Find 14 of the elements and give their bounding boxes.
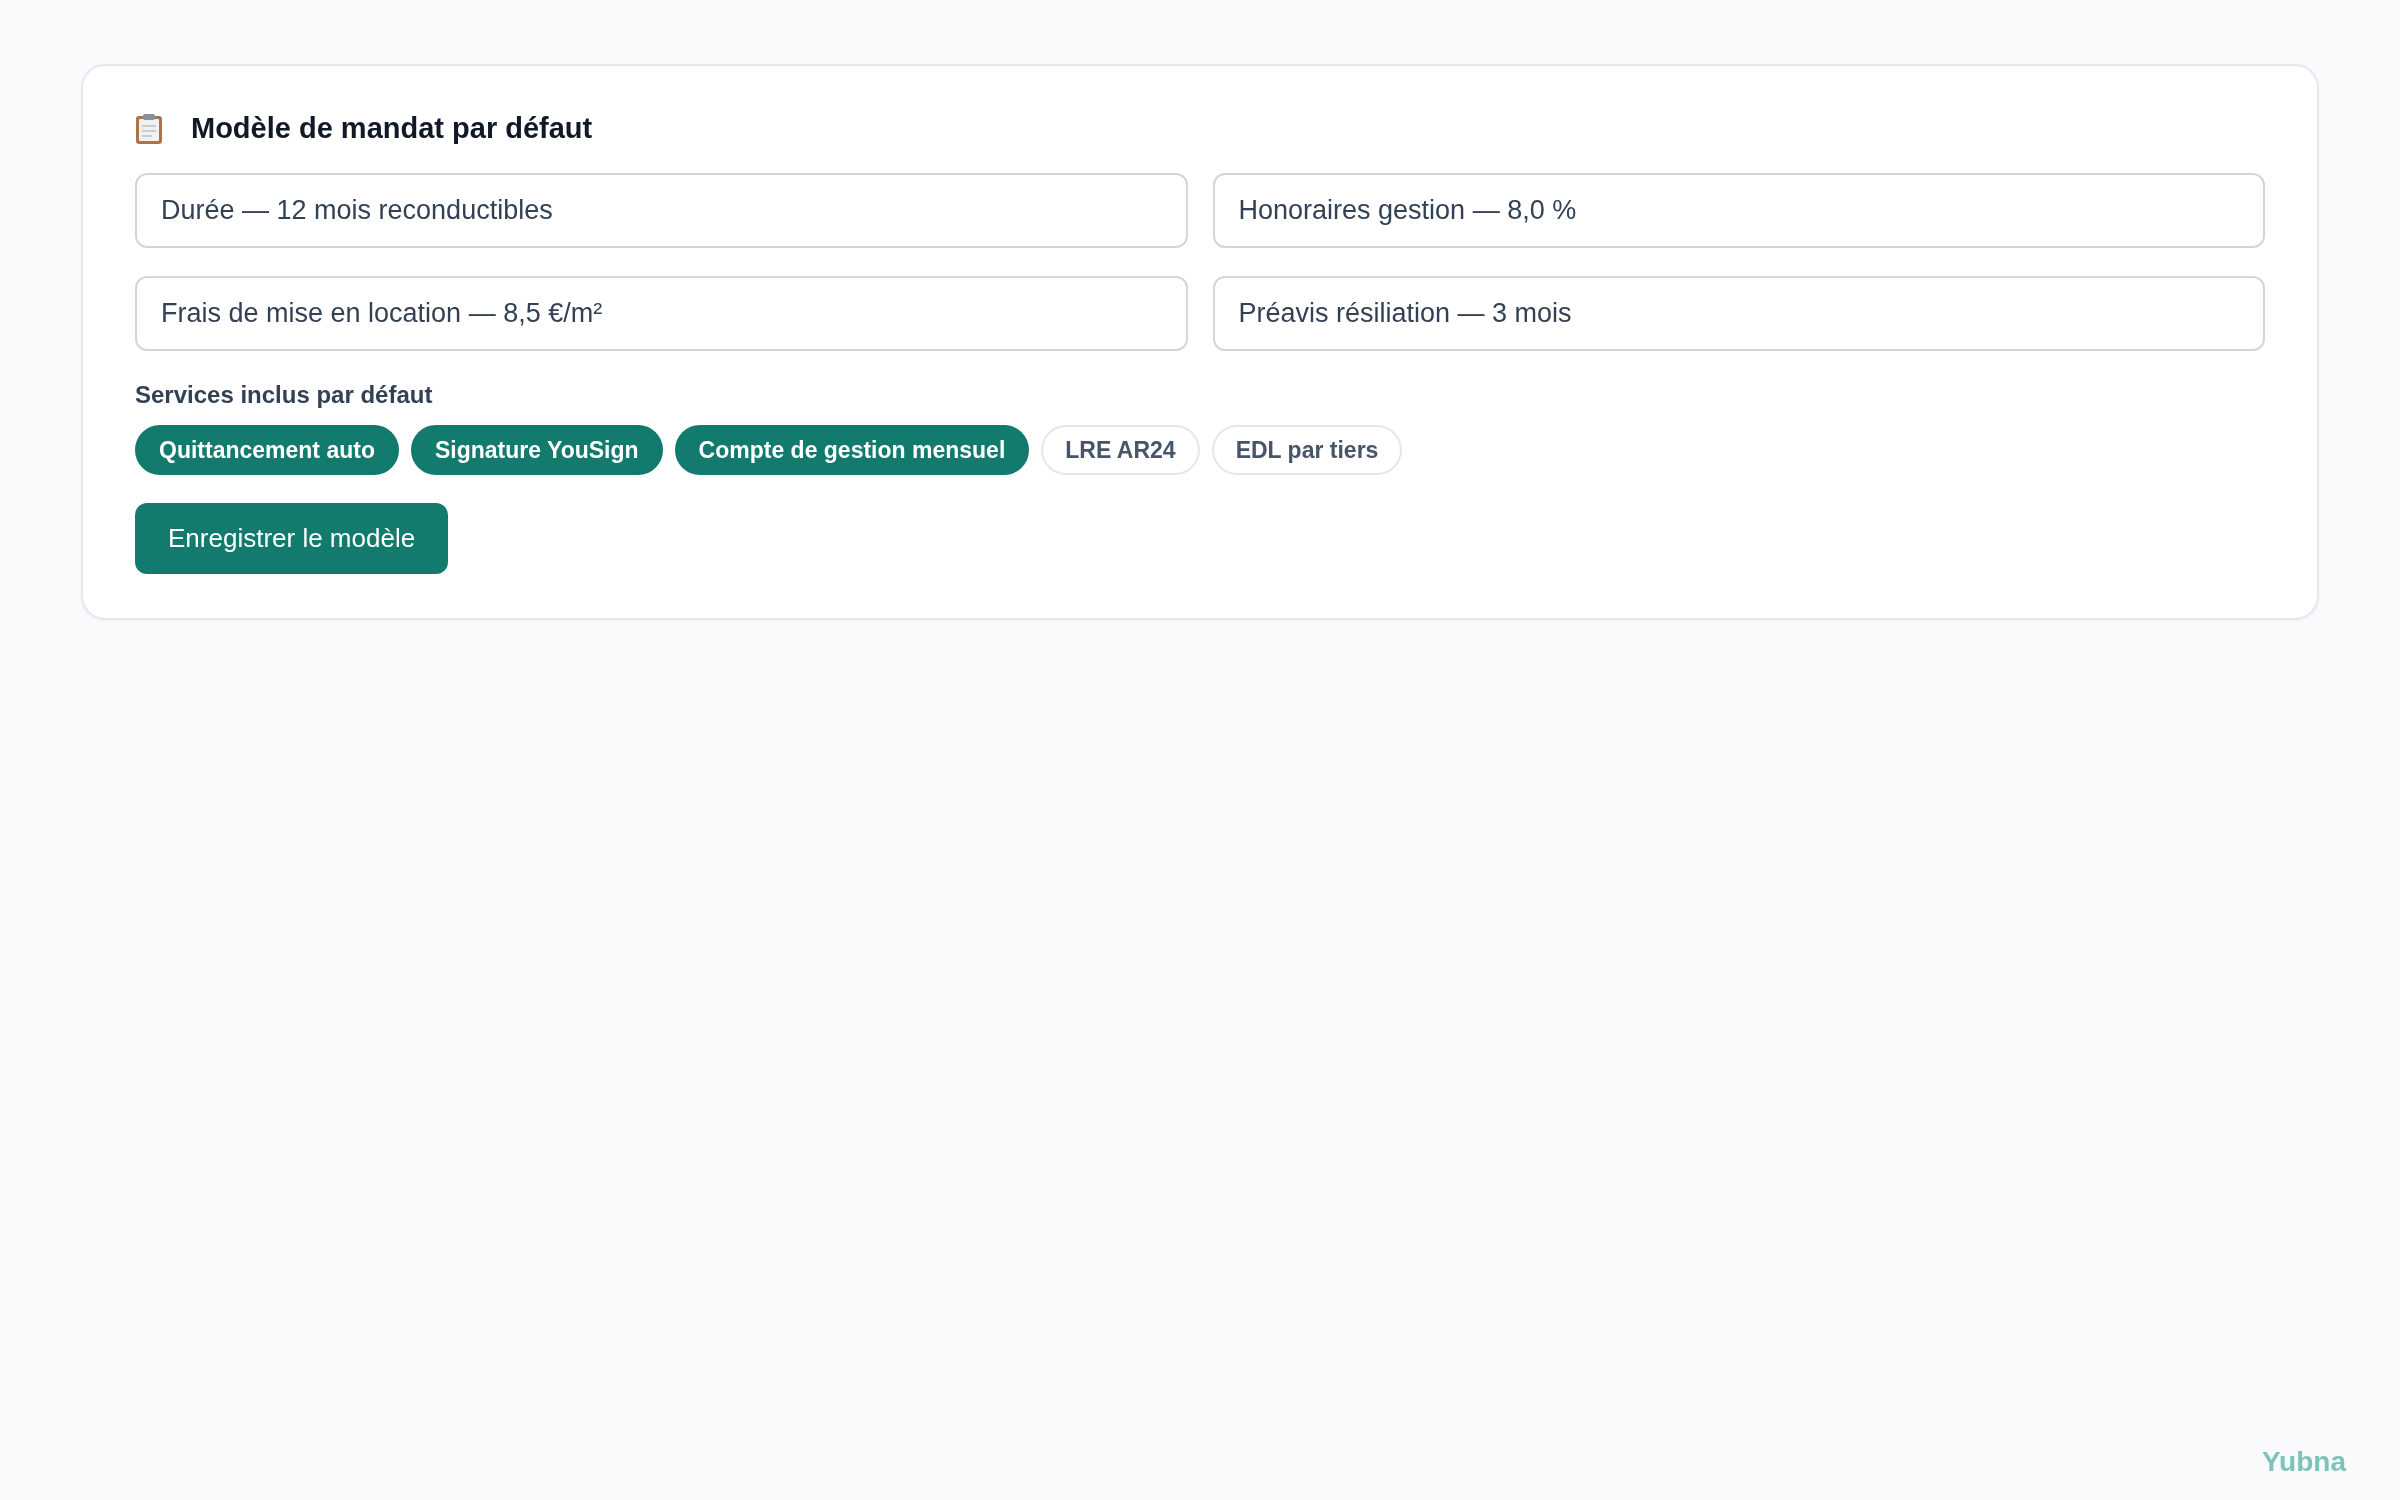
service-chip[interactable]: Signature YouSign (410, 425, 663, 475)
card-title: Modèle de mandat par défaut (191, 112, 593, 145)
input-field[interactable]: Durée — 12 mois reconductibles (135, 173, 1188, 248)
save-button[interactable]: Enregistrer le modèle (135, 503, 449, 574)
service-chip[interactable]: Quittancement auto (135, 425, 399, 475)
service-chip[interactable]: Compte de gestion mensuel (674, 425, 1030, 475)
service-chip[interactable]: EDL par tiers (1211, 425, 1403, 475)
input-field[interactable]: Préavis résiliation — 3 mois (1212, 276, 2265, 351)
input-field[interactable]: Frais de mise en location — 8,5 €/m² (135, 276, 1188, 351)
section-label: Services inclus par défaut (135, 381, 434, 409)
clipboard-icon (135, 112, 163, 145)
service-chip[interactable]: LRE AR24 (1041, 425, 1200, 475)
input-field[interactable]: Honoraires gestion — 8,0 % (1212, 173, 2265, 248)
brand-logo: Yubna (2262, 1446, 2346, 1478)
